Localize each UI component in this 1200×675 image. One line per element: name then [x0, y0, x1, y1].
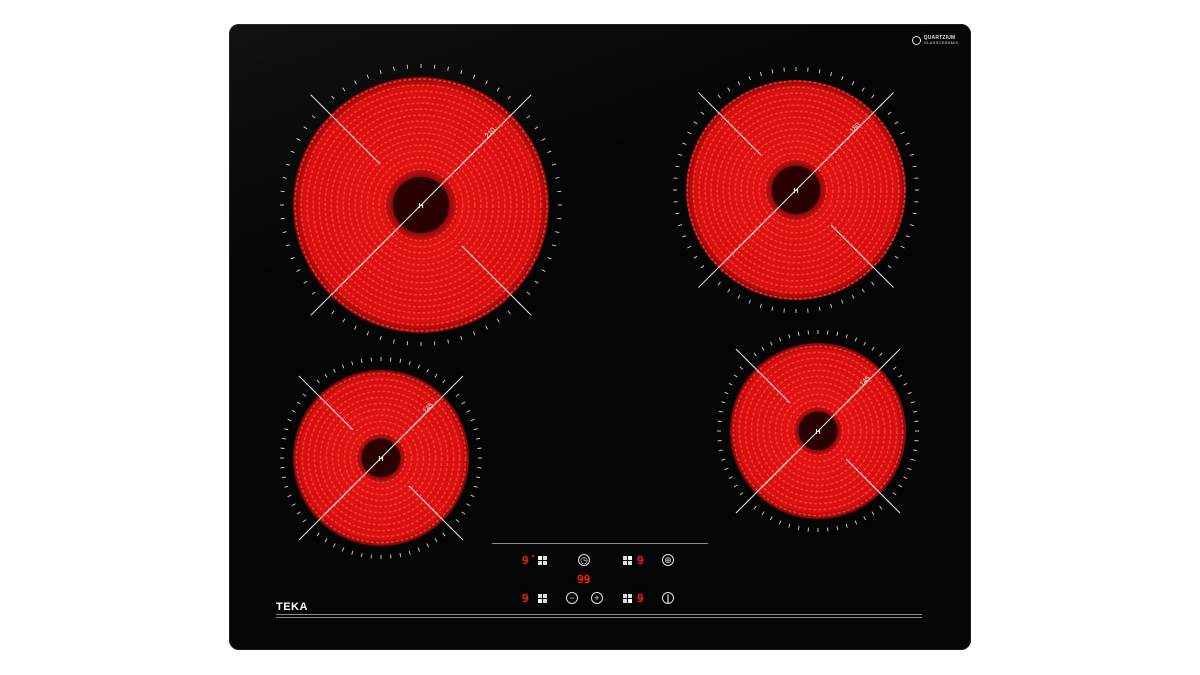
zone-tick [871, 511, 875, 516]
power-button[interactable]: | [662, 592, 674, 604]
zone-tick [718, 410, 723, 413]
zone-tick [728, 476, 733, 480]
zone-tick [769, 516, 773, 521]
zone-tick [769, 341, 773, 346]
zone-tick [788, 334, 791, 339]
zone-tick [724, 467, 729, 471]
zone-tick [739, 492, 744, 496]
zone-tick [753, 352, 757, 357]
zone-tick [721, 401, 726, 404]
zone-tick [761, 511, 765, 516]
bottom-trim-lines [276, 614, 922, 620]
cooktop-glass: QUARTZIUM GLASSCERAMIC 210 H 180 H 145 H 14… [229, 24, 971, 650]
zone-tick [845, 523, 848, 528]
zone-tick [718, 449, 723, 452]
timer-display: 99 [577, 573, 591, 586]
zone-select-rear-right-button[interactable] [623, 556, 632, 565]
zone-tick [733, 374, 738, 378]
zone-tick [898, 374, 903, 378]
zone-tick [903, 476, 908, 480]
zone-select-front-right-button[interactable] [623, 594, 632, 603]
rear-right-level-display: 9 [637, 554, 644, 567]
minus-icon: − [569, 593, 575, 603]
zone-tick [836, 331, 839, 336]
zone-tick [863, 341, 867, 346]
zone-tick [863, 516, 867, 521]
minus-button[interactable]: − [566, 592, 578, 604]
zone-tick [788, 523, 791, 528]
zone-tick [721, 458, 726, 461]
zone-tick [728, 382, 733, 386]
zone-tick [854, 337, 858, 342]
front-left-level-display: 9 [522, 592, 529, 605]
zone-tick [892, 366, 897, 370]
zone-tick [797, 526, 800, 531]
zone-tick [903, 382, 908, 386]
zone-tick [892, 492, 897, 496]
zone-tick [778, 337, 782, 342]
zone-tick [907, 467, 912, 471]
plus-button[interactable]: + [591, 592, 603, 604]
zone-select-front-left-button[interactable] [538, 594, 547, 603]
zone-tick [739, 366, 744, 370]
front-right-level-display: 9 [637, 592, 644, 605]
zone-tick [910, 458, 915, 461]
timer-button[interactable]: ◷ [578, 554, 590, 566]
zone-tick [836, 526, 839, 531]
zone-tick [871, 346, 875, 351]
control-panel-divider [492, 543, 708, 544]
residual-heat-mark: H [815, 429, 820, 436]
rear-left-level-display: 9 [522, 554, 529, 567]
zone-tick [733, 484, 738, 488]
power-icon: | [666, 593, 670, 603]
zone-tick [898, 484, 903, 488]
zone-tick [913, 449, 918, 452]
zone-tick [778, 520, 782, 525]
zone-tick [910, 401, 915, 404]
brand-logo: TEKA [276, 601, 308, 613]
zone-tick [854, 520, 858, 525]
lock-icon: ⊕ [664, 555, 672, 565]
clock-icon: ◷ [580, 555, 588, 565]
zone-tick [913, 410, 918, 413]
zone-tick [879, 505, 883, 510]
zone-tick [724, 391, 729, 395]
display-dot [532, 555, 534, 557]
plus-icon: + [594, 593, 600, 603]
lock-button[interactable]: ⊕ [662, 554, 674, 566]
zone-tick [761, 346, 765, 351]
zone-tick [879, 352, 883, 357]
zone-tick [797, 331, 800, 336]
zone-tick [907, 391, 912, 395]
zone-select-rear-left-button[interactable] [538, 556, 547, 565]
zone-tick [753, 505, 757, 510]
zone-tick [845, 334, 848, 339]
